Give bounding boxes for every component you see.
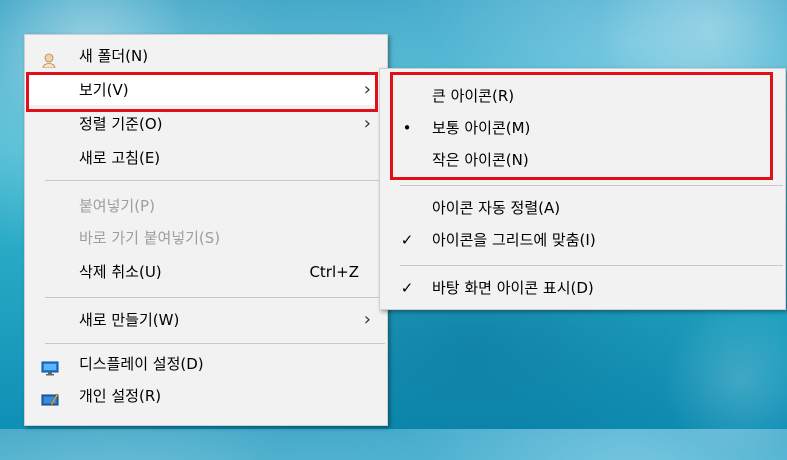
user-folder-icon [41, 48, 57, 69]
menu-item-label: 붙여넣기(P) [79, 197, 155, 215]
menu-item-label: 보통 아이콘(M) [432, 119, 531, 137]
menu-item-label: 큰 아이콘(R) [432, 87, 515, 105]
checkmark-icon: ✓ [400, 279, 414, 297]
menu-item-label: 아이콘을 그리드에 맞춤(I) [432, 231, 596, 249]
display-icon [41, 356, 59, 376]
menu-separator [45, 343, 385, 344]
menu-item-label: 아이콘 자동 정렬(A) [432, 199, 561, 217]
menu-item-refresh[interactable]: 새로 고침(E) [25, 143, 387, 173]
submenu-item-show-desktop-icons[interactable]: ✓ 바탕 화면 아이콘 표시(D) [380, 273, 785, 303]
menu-item-view[interactable]: 보기(V) › [25, 75, 387, 105]
submenu-item-medium-icons[interactable]: • 보통 아이콘(M) [380, 113, 785, 143]
menu-item-label: 새 폴더(N) [79, 47, 149, 65]
menu-separator [400, 185, 783, 186]
shortcut-label: Ctrl+Z [309, 263, 359, 281]
menu-item-paste[interactable]: 붙여넣기(P) [25, 191, 387, 221]
submenu-item-auto-arrange[interactable]: 아이콘 자동 정렬(A) [380, 193, 785, 223]
chevron-right-icon: › [363, 113, 371, 134]
menu-item-label: 작은 아이콘(N) [432, 151, 529, 169]
menu-item-label: 삭제 취소(U) [79, 263, 162, 281]
view-submenu: 큰 아이콘(R) • 보통 아이콘(M) 작은 아이콘(N) 아이콘 자동 정렬… [379, 68, 786, 310]
menu-item-display-settings[interactable]: 디스플레이 설정(D) [25, 349, 387, 379]
menu-item-paste-shortcut[interactable]: 바로 가기 붙여넣기(S) [25, 223, 387, 253]
menu-item-label: 바로 가기 붙여넣기(S) [79, 229, 221, 247]
checkmark-icon: ✓ [400, 231, 414, 249]
menu-item-new-folder[interactable]: 새 폴더(N) [25, 41, 387, 71]
menu-item-label: 새로 고침(E) [79, 149, 161, 167]
menu-item-label: 개인 설정(R) [79, 387, 162, 405]
menu-item-label: 새로 만들기(W) [79, 311, 180, 329]
menu-item-label: 보기(V) [79, 81, 129, 99]
menu-item-sort-by[interactable]: 정렬 기준(O) › [25, 109, 387, 139]
menu-separator [45, 297, 385, 298]
menu-item-label: 정렬 기준(O) [79, 115, 163, 133]
chevron-right-icon: › [363, 309, 371, 330]
submenu-item-small-icons[interactable]: 작은 아이콘(N) [380, 145, 785, 175]
selected-bullet-icon: • [402, 119, 412, 137]
chevron-right-icon: › [363, 79, 371, 100]
submenu-item-align-to-grid[interactable]: ✓ 아이콘을 그리드에 맞춤(I) [380, 225, 785, 255]
menu-separator [400, 265, 783, 266]
menu-item-personalize[interactable]: 개인 설정(R) [25, 381, 387, 411]
background-highlight [640, 300, 787, 460]
personalize-icon [41, 388, 59, 406]
desktop-context-menu: 새 폴더(N) 보기(V) › 정렬 기준(O) › 새로 고침(E) 붙여넣기… [24, 34, 388, 426]
menu-separator [45, 180, 385, 181]
menu-item-label: 바탕 화면 아이콘 표시(D) [432, 279, 594, 297]
menu-item-label: 디스플레이 설정(D) [79, 355, 204, 373]
menu-item-undo-delete[interactable]: 삭제 취소(U) Ctrl+Z [25, 257, 387, 287]
menu-item-new[interactable]: 새로 만들기(W) › [25, 305, 387, 335]
submenu-item-large-icons[interactable]: 큰 아이콘(R) [380, 81, 785, 111]
